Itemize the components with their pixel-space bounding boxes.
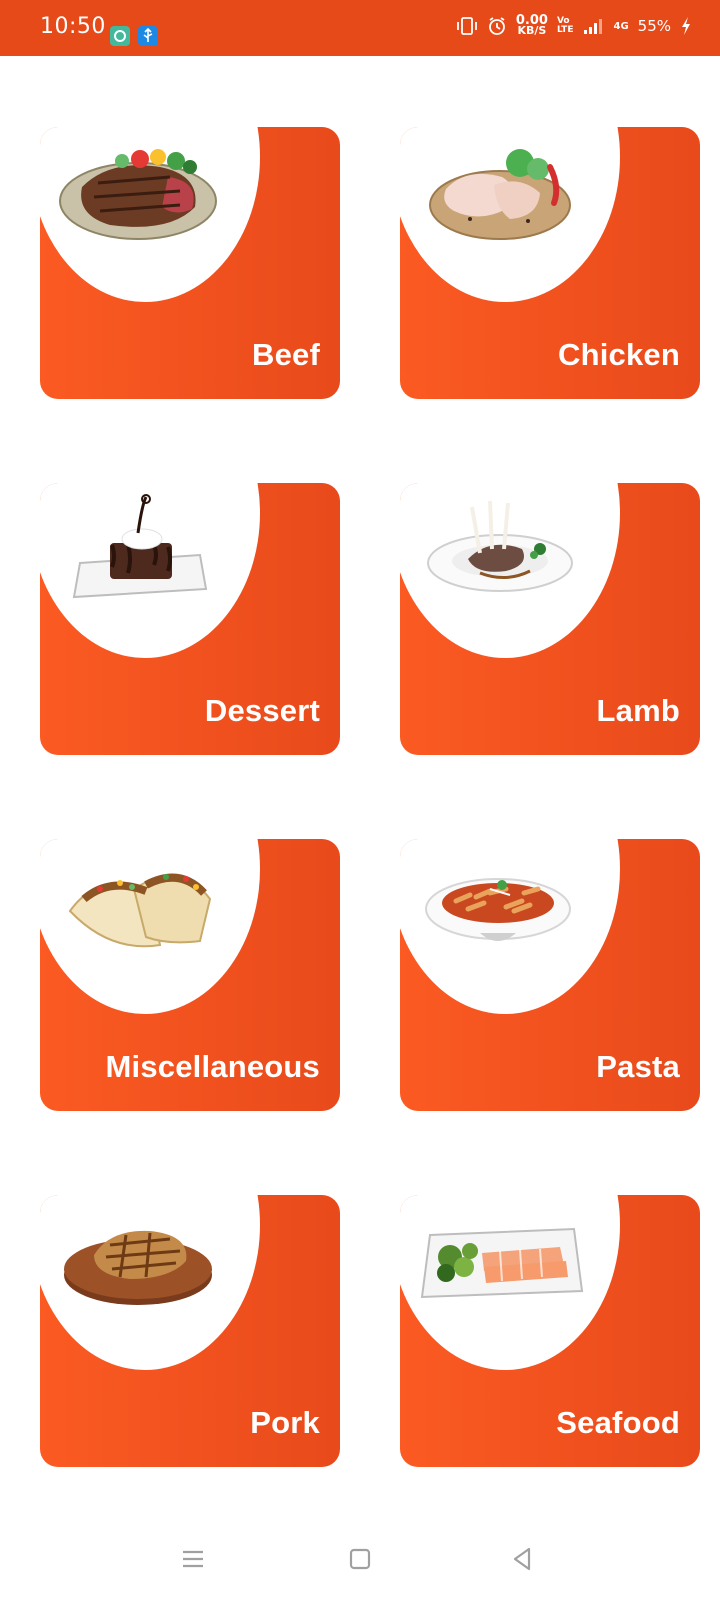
category-card-beef[interactable]: Beef [40,127,340,399]
square-icon [349,1548,371,1570]
network-type: 4G [613,20,629,32]
chocolate-cake-image [72,494,208,599]
back-button[interactable] [505,1542,539,1576]
category-label: Lamb [596,693,680,728]
category-label: Pork [250,1405,320,1440]
category-card-pork[interactable]: Pork [40,1195,340,1467]
vibrate-icon [456,17,477,35]
status-bar: 10:50 0.00 KB/S Vo LTE 4G 55% [0,0,720,56]
penne-pasta-image [425,878,571,941]
status-icons: 0.00 KB/S Vo LTE 4G 55% [456,13,692,37]
category-label: Seafood [556,1405,680,1440]
category-card-lamb[interactable]: Lamb [400,483,700,755]
battery-level: 55% [637,17,671,35]
usb-icon [138,26,158,46]
signal-icon [584,19,603,34]
home-button[interactable] [343,1542,377,1576]
category-label: Pasta [596,1049,680,1084]
category-label: Chicken [558,337,680,372]
salmon-plate-image [420,1227,584,1299]
back-triangle-icon [513,1547,531,1571]
category-card-seafood[interactable]: Seafood [400,1195,700,1467]
lamb-chops-image [427,500,573,592]
volte-indicator: Vo LTE [556,16,574,35]
category-card-chicken[interactable]: Chicken [400,127,700,399]
tacos-image [68,873,212,948]
category-card-miscellaneous[interactable]: Miscellaneous [40,839,340,1111]
status-time: 10:50 [40,14,106,39]
pork-chop-image [64,1230,212,1305]
recents-button[interactable] [176,1542,210,1576]
chat-app-icon [110,26,130,46]
category-label: Miscellaneous [105,1049,320,1084]
navigation-bar [0,1520,720,1600]
menu-icon [183,1550,203,1568]
category-label: Beef [252,337,320,372]
category-card-pasta[interactable]: Pasta [400,839,700,1111]
alarm-icon [488,17,505,35]
beef-steak-image [59,149,217,240]
raw-chicken-image [429,149,571,240]
category-card-dessert[interactable]: Dessert [40,483,340,755]
network-speed: 0.00 KB/S [515,13,548,37]
charging-icon [682,17,690,35]
category-label: Dessert [204,693,320,728]
